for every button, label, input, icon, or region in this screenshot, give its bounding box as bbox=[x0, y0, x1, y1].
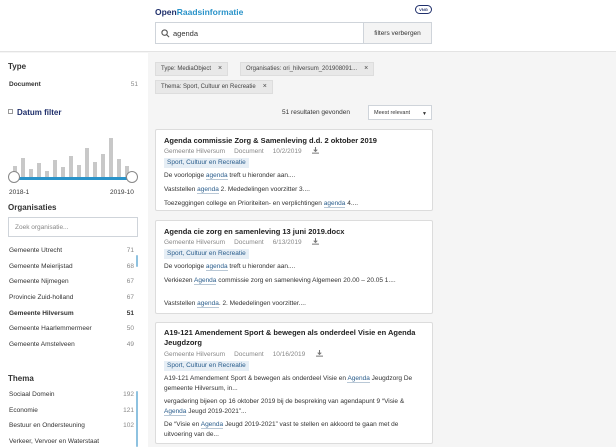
result-snippet: De voorlopige agenda treft u hieronder a… bbox=[164, 263, 296, 271]
organisation-scrollbar[interactable] bbox=[136, 255, 138, 267]
type-option-document[interactable]: Document 51 bbox=[9, 81, 138, 88]
result-title[interactable]: Agenda commissie Zorg & Samenleving d.d.… bbox=[164, 136, 426, 146]
organisation-search-input[interactable]: Zoek organisatie... bbox=[8, 217, 138, 237]
filter-chip-theme[interactable]: Thema: Sport, Cultuur en Recreatie × bbox=[155, 80, 273, 94]
result-snippet: Verkiezen Agenda commissie zorg en samen… bbox=[164, 277, 396, 285]
theme-list: Sociaal Domein 192 Economie 121 Bestuur en… bbox=[9, 391, 138, 447]
search-icon bbox=[161, 29, 170, 38]
org-item-selected[interactable]: Gemeente Hilversum 51 bbox=[9, 310, 138, 326]
organisations-heading: Organisaties bbox=[8, 203, 57, 212]
result-card[interactable]: Agenda cie zorg en samenleving 13 juni 2… bbox=[155, 220, 433, 314]
org-item[interactable]: Gemeente Nijmegen 67 bbox=[9, 278, 138, 294]
date-range-track[interactable] bbox=[12, 177, 132, 180]
org-item[interactable]: Gemeente Haarlemmermeer 50 bbox=[9, 325, 138, 341]
result-snippet: De “Visie en Agenda Jeugd 2019-2021” vas… bbox=[164, 421, 399, 438]
date-filter-heading[interactable]: Datum filter bbox=[8, 108, 61, 117]
result-card[interactable]: Agenda commissie Zorg & Samenleving d.d.… bbox=[155, 129, 433, 211]
close-icon[interactable]: × bbox=[364, 65, 368, 72]
close-icon[interactable]: × bbox=[218, 65, 222, 72]
date-start-handle[interactable] bbox=[8, 171, 20, 183]
result-meta: Gemeente Hilversum Document 10/16/2019 bbox=[164, 350, 324, 358]
theme-item[interactable]: Economie 121 bbox=[9, 407, 138, 423]
date-end-handle[interactable] bbox=[126, 171, 138, 183]
org-item[interactable]: Gemeente Utrecht 71 bbox=[9, 247, 138, 263]
theme-item[interactable]: Verkeer, Vervoer en Waterstaat bbox=[9, 438, 138, 447]
result-meta: Gemeente Hilversum Document 6/13/2019 bbox=[164, 238, 320, 246]
theme-heading: Thema bbox=[8, 374, 34, 383]
result-title[interactable]: A19-121 Amendement Sport & bewegen als o… bbox=[164, 328, 426, 348]
date-start-label: 2018-1 bbox=[9, 189, 30, 196]
result-title[interactable]: Agenda cie zorg en samenleving 13 juni 2… bbox=[164, 227, 426, 237]
sort-select[interactable]: Meest relevant ▼ bbox=[368, 105, 432, 120]
close-icon[interactable]: × bbox=[263, 83, 267, 90]
org-item[interactable]: Provincie Zuid-holland 67 bbox=[9, 294, 138, 310]
theme-tag[interactable]: Sport, Cultuur en Recreatie bbox=[164, 249, 249, 259]
result-snippet: A19-121 Amendement Sport & bewegen als o… bbox=[164, 375, 413, 392]
result-snippet: Vaststellen agenda. 2. Mededelingen voor… bbox=[164, 300, 306, 308]
org-item[interactable]: Gemeente Amstelveen 49 bbox=[9, 341, 138, 357]
result-snippet: vergadering bijeen op 16 oktober 2019 bi… bbox=[164, 398, 405, 416]
date-end-label: 2019-10 bbox=[110, 189, 134, 196]
theme-tag[interactable]: Sport, Cultuur en Recreatie bbox=[164, 158, 249, 168]
vng-logo: VNG bbox=[415, 5, 432, 14]
theme-item[interactable]: Bestuur en Ondersteuning 102 bbox=[9, 422, 138, 438]
org-item[interactable]: Gemeente Meierijstad 68 bbox=[9, 263, 138, 279]
download-icon[interactable] bbox=[312, 147, 320, 154]
result-snippet: De voorlopige agenda treft u hieronder a… bbox=[164, 172, 296, 180]
theme-item[interactable]: Sociaal Domein 192 bbox=[9, 391, 138, 407]
search-input[interactable]: agenda bbox=[155, 22, 364, 44]
download-icon[interactable] bbox=[312, 238, 320, 245]
search-value: agenda bbox=[173, 29, 199, 38]
download-icon[interactable] bbox=[316, 350, 324, 357]
toggle-filters-button[interactable]: filters verbergen bbox=[364, 22, 432, 44]
organisation-list: Gemeente Utrecht 71 Gemeente Meierijstad 6… bbox=[9, 247, 138, 357]
theme-scrollbar[interactable] bbox=[136, 391, 138, 447]
filter-chip-type[interactable]: Type: MediaObject × bbox=[155, 62, 229, 76]
result-card[interactable]: A19-121 Amendement Sport & bewegen als o… bbox=[155, 322, 433, 444]
collapse-icon bbox=[8, 109, 13, 114]
type-heading: Type bbox=[8, 62, 27, 71]
result-meta: Gemeente Hilversum Document 10/2/2019 bbox=[164, 147, 320, 155]
results-count: 51 resultaten gevonden bbox=[282, 109, 350, 116]
result-snippet: Toezeggingen college en Prioriteiten- en… bbox=[164, 200, 359, 208]
chevron-down-icon: ▼ bbox=[422, 111, 427, 117]
brand-logo[interactable]: OpenRaadsinformatie bbox=[155, 7, 243, 17]
top-bar: OpenRaadsinformatie VNG agenda filters v… bbox=[0, 0, 616, 52]
theme-tag[interactable]: Sport, Cultuur en Recreatie bbox=[164, 361, 249, 371]
filter-chip-organisation[interactable]: Organisaties: ori_hilversum_201908091...… bbox=[240, 62, 375, 76]
date-histogram bbox=[13, 138, 129, 180]
filter-sidebar: Type Document 51 Datum filter 2018-1 201… bbox=[0, 53, 148, 447]
result-snippet: Vaststellen agenda 2. Mededelingen voorz… bbox=[164, 186, 310, 194]
